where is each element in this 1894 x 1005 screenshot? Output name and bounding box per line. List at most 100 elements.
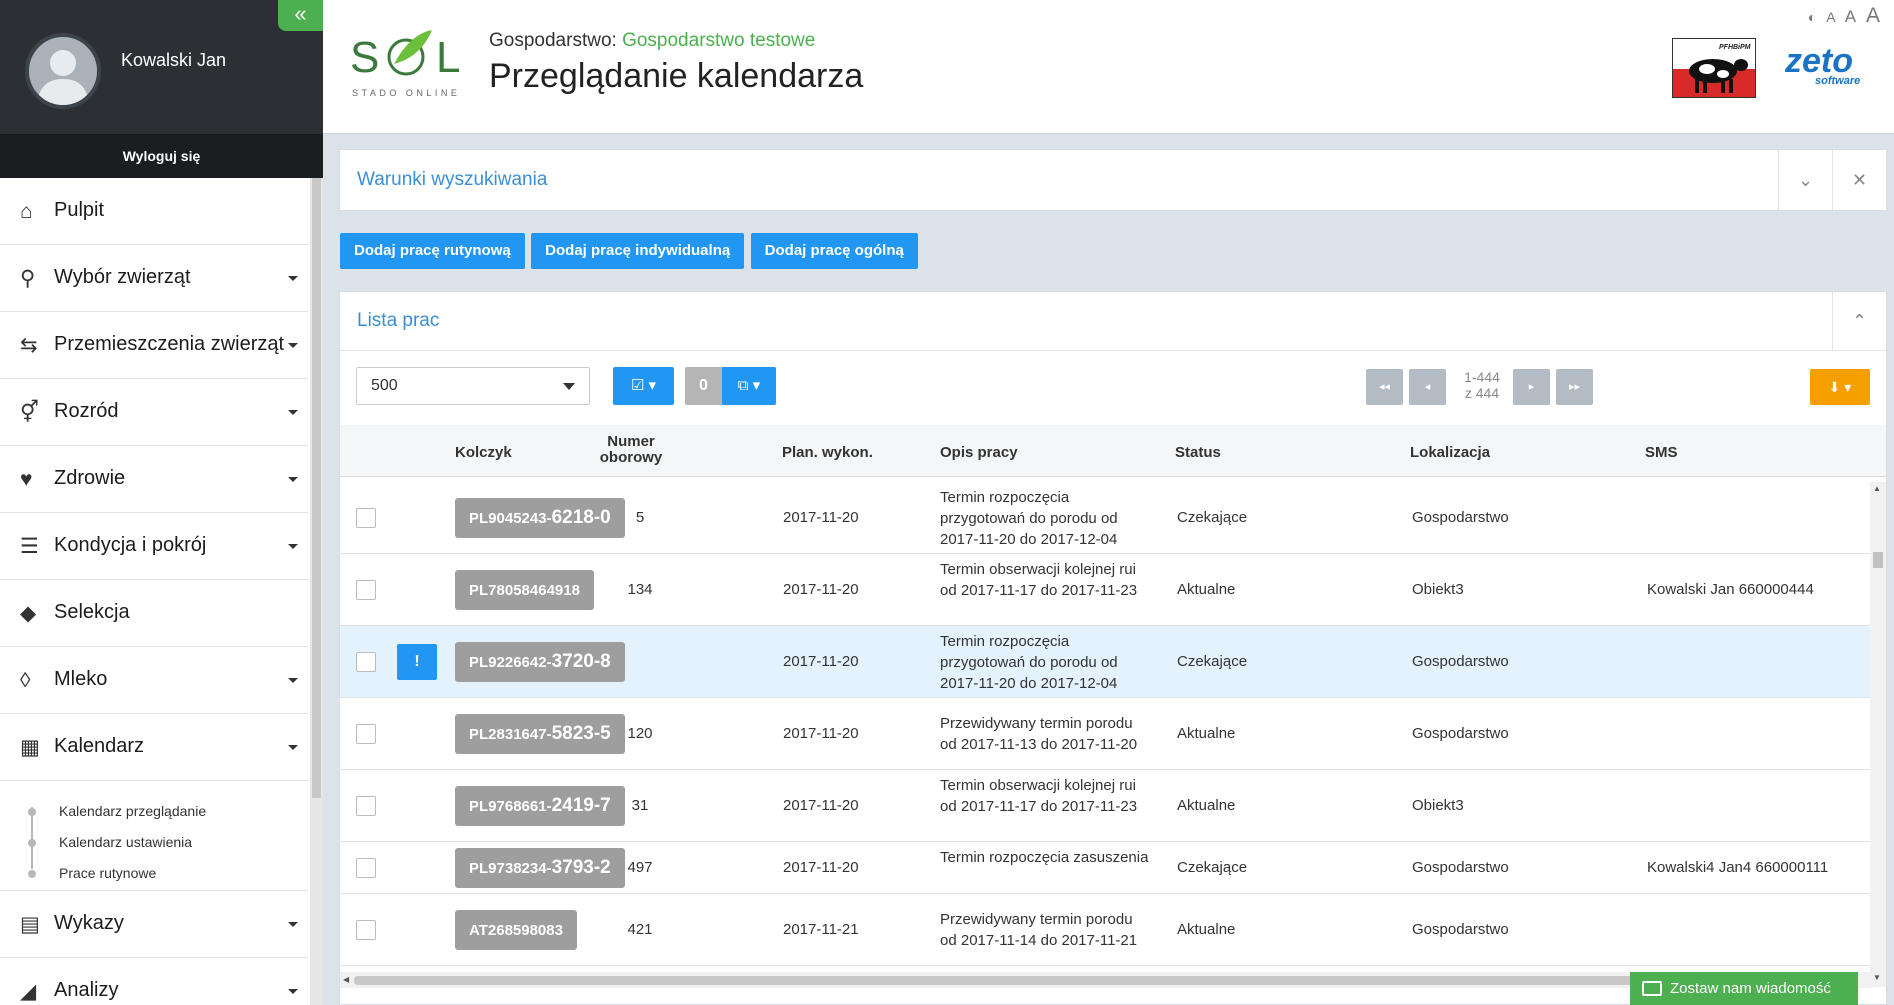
calendar-submenu: Kalendarz przeglądanie Kalendarz ustawien… bbox=[0, 781, 308, 891]
scroll-down-icon[interactable]: ▼ bbox=[1873, 973, 1881, 982]
first-page-button[interactable]: ◂◂ bbox=[1366, 369, 1403, 405]
sidebar-item-label: Selekcja bbox=[54, 601, 130, 623]
add-routine-work-button[interactable]: Dodaj pracę rutynową bbox=[340, 233, 525, 269]
submenu-calendar-view[interactable]: Kalendarz przeglądanie bbox=[59, 803, 206, 819]
sidebar-item-label: Pulpit bbox=[54, 199, 105, 221]
row-checkbox[interactable] bbox=[356, 724, 376, 744]
table-vertical-scrollbar[interactable]: ▲ ▼ bbox=[1870, 482, 1886, 987]
status-cell: Aktualne bbox=[1177, 581, 1236, 598]
sidebar-item-signpost[interactable]: ⇆ Przemieszczenia zwierząt bbox=[0, 312, 308, 379]
ear-tag-prefix: PL9045243- bbox=[469, 510, 552, 527]
sidebar-item-home[interactable]: ⌂ Pulpit bbox=[0, 178, 308, 245]
barn-number-cell: 120 bbox=[627, 725, 653, 742]
sidebar-item-calendar[interactable]: ▦ Kalendarz bbox=[0, 714, 308, 781]
prev-page-button[interactable]: ◂ bbox=[1409, 369, 1446, 405]
table-row[interactable]: ! PL9226642-3720-8 2017-11-20 Termin rozpoc… bbox=[340, 626, 1870, 698]
horizontal-scrollbar-thumb[interactable] bbox=[354, 976, 1854, 985]
list-icon: ☰ bbox=[20, 535, 39, 558]
font-large-button[interactable]: A bbox=[1866, 4, 1880, 27]
close-icon[interactable]: ✕ bbox=[1832, 150, 1886, 210]
sidebar-item-area-chart[interactable]: ◢ Analizy bbox=[0, 958, 308, 1005]
ear-tag[interactable]: PL78058464918 bbox=[455, 570, 594, 610]
location-cell: Gospodarstwo bbox=[1412, 725, 1509, 742]
add-general-work-button[interactable]: Dodaj pracę ogólną bbox=[750, 233, 918, 269]
row-checkbox[interactable] bbox=[356, 858, 376, 878]
last-page-button[interactable]: ▸▸ bbox=[1556, 369, 1593, 405]
work-description-cell: Termin rozpoczęcia przygotowań do porodu… bbox=[940, 632, 1118, 692]
vertical-scrollbar-thumb[interactable] bbox=[1873, 552, 1883, 568]
sidebar-item-list[interactable]: ☰ Kondycja i pokrój bbox=[0, 513, 308, 580]
report-list-icon: ▤ bbox=[20, 913, 40, 936]
page-size-select[interactable]: 500 bbox=[356, 367, 590, 405]
select-all-dropdown-button[interactable]: ☑ ▾ bbox=[613, 367, 674, 405]
svg-text:S: S bbox=[350, 33, 379, 82]
table-row[interactable]: PL2831647-5823-5 120 2017-11-20 Przewidywan… bbox=[340, 698, 1870, 770]
caret-down-icon bbox=[288, 477, 298, 482]
table-row[interactable]: PL78058464918 134 2017-11-20 Termin obserwa… bbox=[340, 554, 1870, 626]
chevron-down-icon[interactable]: ⌄ bbox=[1778, 150, 1832, 210]
submenu-calendar-settings[interactable]: Kalendarz ustawienia bbox=[59, 834, 192, 850]
zeto-logo: zeto bbox=[1785, 42, 1853, 80]
table-row[interactable]: PL9045243-6218-0 5 2017-11-20 Termin rozpoc… bbox=[340, 482, 1870, 554]
sidebar-item-gender[interactable]: ⚥ Rozród bbox=[0, 379, 308, 446]
caret-down-icon bbox=[288, 745, 298, 750]
submenu-dot bbox=[28, 839, 36, 847]
search-panel-title[interactable]: Warunki wyszukiwania bbox=[357, 169, 547, 191]
table-row[interactable]: PL9738234-3793-2 497 2017-11-20 Termin rozp… bbox=[340, 842, 1870, 894]
first-page-icon: ◂◂ bbox=[1378, 381, 1391, 393]
sidebar-item-heartbeat[interactable]: ♥ Zdrowie bbox=[0, 446, 308, 513]
ear-tag[interactable]: AT268598083 bbox=[455, 910, 577, 950]
font-small-button[interactable]: A bbox=[1826, 9, 1835, 25]
sidebar-item-tags[interactable]: ◆ Selekcja bbox=[0, 580, 308, 647]
sidebar-item-search[interactable]: ⚲ Wybór zwierząt bbox=[0, 245, 308, 312]
submenu-routine-works[interactable]: Prace rutynowe bbox=[59, 865, 156, 881]
sidebar-scrollbar[interactable] bbox=[310, 178, 323, 1005]
contrast-icon[interactable]: ◐ bbox=[1808, 9, 1816, 25]
scroll-up-icon[interactable]: ▲ bbox=[1873, 484, 1881, 493]
work-description-cell: Termin obserwacji kolejnej rui od 2017-1… bbox=[940, 560, 1138, 599]
ear-tag[interactable]: PL9226642-3720-8 bbox=[455, 642, 625, 682]
status-cell: Czekające bbox=[1177, 859, 1248, 876]
column-header-description[interactable]: Opis pracy bbox=[940, 444, 1018, 461]
export-dropdown-button[interactable]: ⬇ ▾ bbox=[1810, 369, 1870, 405]
font-medium-button[interactable]: A bbox=[1845, 7, 1856, 26]
feedback-button[interactable]: Zostaw nam wiadomość bbox=[1630, 972, 1858, 1005]
column-header-status[interactable]: Status bbox=[1175, 444, 1221, 461]
location-cell: Obiekt3 bbox=[1412, 581, 1464, 598]
status-cell: Czekające bbox=[1177, 653, 1248, 670]
column-header-planned-date[interactable]: Plan. wykon. bbox=[782, 444, 873, 461]
sidebar-item-report-list[interactable]: ▤ Wykazy bbox=[0, 891, 308, 958]
sidebar-item-label: Kondycja i pokrój bbox=[54, 534, 207, 556]
column-header-sms[interactable]: SMS bbox=[1645, 444, 1678, 461]
farm-name[interactable]: Gospodarstwo testowe bbox=[622, 30, 815, 51]
chevron-up-icon[interactable]: ⌃ bbox=[1832, 292, 1886, 350]
column-header-number[interactable]: Numer oborowy bbox=[586, 434, 676, 466]
work-description-cell: Termin obserwacji kolejnej rui od 2017-1… bbox=[940, 776, 1138, 815]
signpost-icon: ⇆ bbox=[20, 334, 38, 357]
table-row[interactable]: AT268598083 421 2017-11-21 Przewidywany ter… bbox=[340, 894, 1870, 966]
row-checkbox[interactable] bbox=[356, 508, 376, 528]
location-cell: Gospodarstwo bbox=[1412, 921, 1509, 938]
sidebar-scrollbar-thumb[interactable] bbox=[312, 178, 321, 798]
scroll-left-icon[interactable]: ◀ bbox=[343, 975, 349, 984]
prev-page-icon: ◂ bbox=[1424, 381, 1431, 393]
column-header-tag[interactable]: Kolczyk bbox=[455, 444, 512, 461]
sidebar-item-drop[interactable]: ◊ Mleko bbox=[0, 647, 308, 714]
add-individual-work-button[interactable]: Dodaj pracę indywidualną bbox=[531, 233, 745, 269]
logout-button[interactable]: Wyloguj się bbox=[0, 134, 323, 178]
table-row[interactable]: PL9768661-2419-7 31 2017-11-20 Termin obser… bbox=[340, 770, 1870, 842]
copy-dropdown-button[interactable]: ⧉ ▾ bbox=[722, 367, 776, 405]
barn-number-cell: 497 bbox=[627, 859, 653, 876]
next-page-button[interactable]: ▸ bbox=[1513, 369, 1550, 405]
row-checkbox[interactable] bbox=[356, 796, 376, 816]
sidebar: Kowalski Jan « Wyloguj się ⌂ Pulpit ⚲ Wybór… bbox=[0, 0, 323, 1005]
row-checkbox[interactable] bbox=[356, 920, 376, 940]
alert-button[interactable]: ! bbox=[397, 644, 437, 680]
row-checkbox[interactable] bbox=[356, 580, 376, 600]
column-header-location[interactable]: Lokalizacja bbox=[1410, 444, 1490, 461]
row-checkbox[interactable] bbox=[356, 652, 376, 672]
collapse-sidebar-button[interactable]: « bbox=[278, 0, 323, 31]
sidebar-item-label: Mleko bbox=[54, 668, 108, 690]
status-cell: Czekające bbox=[1177, 509, 1248, 526]
page-header: S L STADO ONLINE Gospodarstwo: Gospodars… bbox=[323, 0, 1894, 134]
